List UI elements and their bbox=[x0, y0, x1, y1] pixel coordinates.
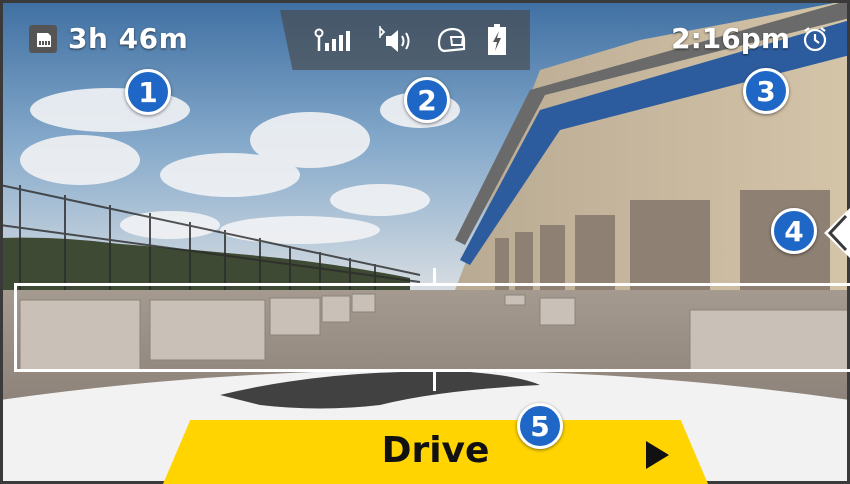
drive-button[interactable]: Drive bbox=[163, 420, 708, 484]
camera-view bbox=[0, 0, 850, 484]
clock: 2:16pm bbox=[671, 22, 828, 55]
clock-time: 2:16pm bbox=[671, 22, 790, 55]
alarm-clock-icon bbox=[803, 26, 827, 51]
framing-box-left bbox=[14, 283, 17, 372]
callout-2: 2 bbox=[404, 77, 450, 123]
sd-card-icon bbox=[29, 24, 57, 53]
play-arrow-icon bbox=[646, 441, 669, 469]
callout-1: 1 bbox=[125, 69, 171, 115]
drive-label: Drive bbox=[381, 430, 490, 471]
status-icons-panel bbox=[280, 10, 530, 70]
callout-3: 3 bbox=[743, 68, 789, 114]
callout-5: 5 bbox=[517, 403, 563, 449]
center-mark-top bbox=[433, 268, 436, 286]
cellular-signal-icon bbox=[314, 28, 351, 51]
battery-charging-icon bbox=[487, 24, 506, 55]
recording-status: 3h 46m bbox=[28, 22, 188, 55]
camera-screen: 3h 46m 2:16pm 1 2 3 4 Drive 5 bbox=[0, 0, 850, 484]
framing-box-top bbox=[14, 283, 850, 286]
center-mark-bottom bbox=[433, 371, 436, 391]
bluetooth-audio-icon bbox=[379, 26, 410, 52]
remaining-time: 3h 46m bbox=[68, 22, 189, 55]
side-menu-tab[interactable] bbox=[822, 208, 850, 258]
callout-4: 4 bbox=[771, 208, 817, 254]
helmet-icon bbox=[438, 27, 466, 53]
framing-box-bottom bbox=[14, 369, 850, 372]
